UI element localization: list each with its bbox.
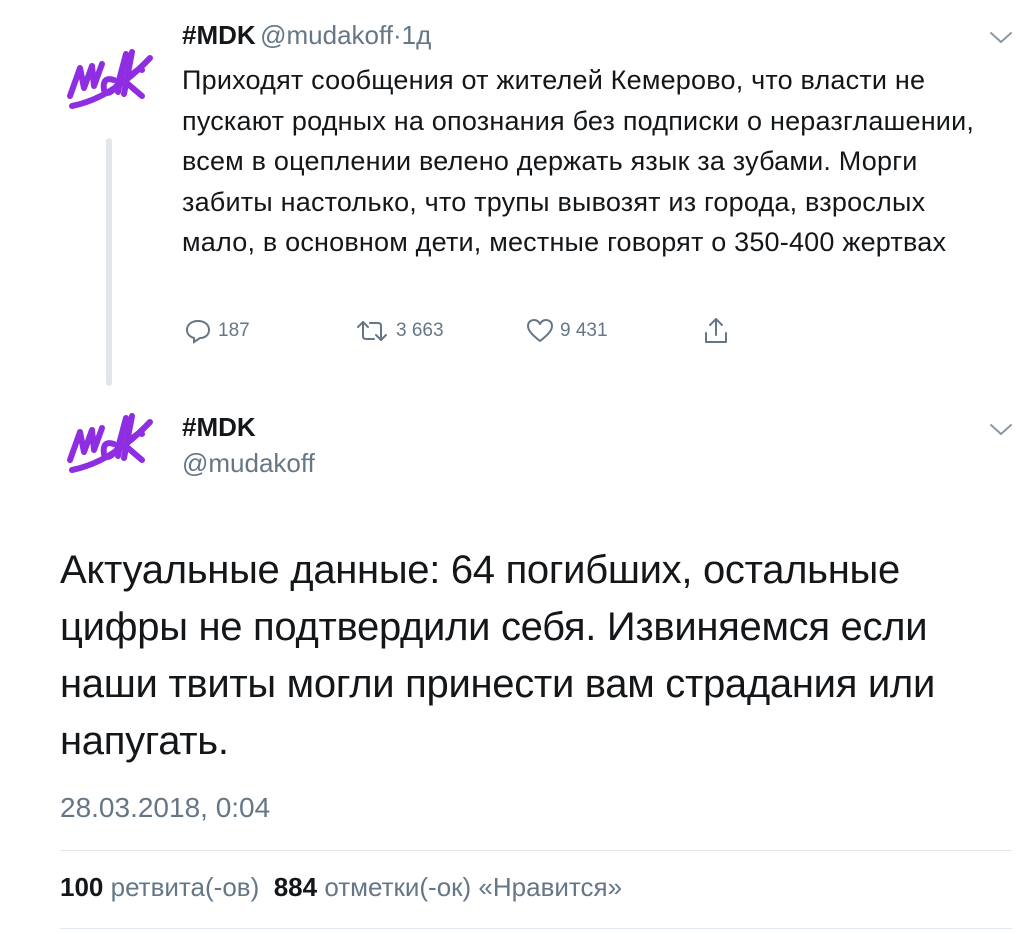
- retweet-count: 3 663: [396, 320, 444, 341]
- reply-icon: [184, 318, 212, 344]
- avatar[interactable]: [62, 404, 158, 480]
- author-name[interactable]: #MDK: [182, 20, 256, 50]
- like-button[interactable]: 9 431: [526, 318, 608, 344]
- avatar[interactable]: [62, 40, 158, 116]
- retweet-button[interactable]: 3 663: [354, 318, 444, 344]
- tweet-age[interactable]: 1д: [402, 20, 432, 50]
- tweet-text: Приходят сообщения от жителей Кемерово, …: [182, 65, 975, 257]
- main-tweet-text: Актуальные данные: 64 погибших, остальны…: [60, 548, 935, 763]
- author-handle[interactable]: @mudakoff: [260, 20, 393, 50]
- chevron-down-icon[interactable]: [988, 30, 1014, 51]
- separator-dot: ·: [393, 20, 402, 50]
- engagement-stats: 100 ретвита(-ов) 884 отметки(-ок) «Нрави…: [60, 872, 622, 903]
- share-icon[interactable]: [702, 316, 730, 351]
- author-name[interactable]: #MDK: [182, 412, 256, 443]
- retweets-stat[interactable]: 100 ретвита(-ов): [60, 872, 259, 902]
- tweet-timestamp[interactable]: 28.03.2018, 0:04: [60, 792, 270, 824]
- like-count: 9 431: [560, 320, 608, 341]
- like-icon: [526, 318, 554, 344]
- divider: [60, 850, 1012, 851]
- reply-count: 187: [218, 320, 250, 341]
- retweet-icon: [354, 318, 390, 344]
- thread-connector: [106, 138, 112, 386]
- retweet-count: 100: [60, 872, 104, 902]
- author-handle[interactable]: @mudakoff: [182, 448, 315, 479]
- likes-stat[interactable]: 884 отметки(-ок) «Нравится»: [274, 872, 622, 902]
- tweet-header: #MDK @mudakoff·1д: [182, 20, 431, 51]
- reply-button[interactable]: 187: [184, 318, 250, 344]
- chevron-down-icon[interactable]: [988, 422, 1014, 443]
- like-label: отметки(-ок) «Нравится»: [324, 872, 623, 902]
- like-count: 884: [273, 872, 318, 902]
- divider: [60, 928, 1012, 929]
- retweet-label: ретвита(-ов): [110, 872, 260, 902]
